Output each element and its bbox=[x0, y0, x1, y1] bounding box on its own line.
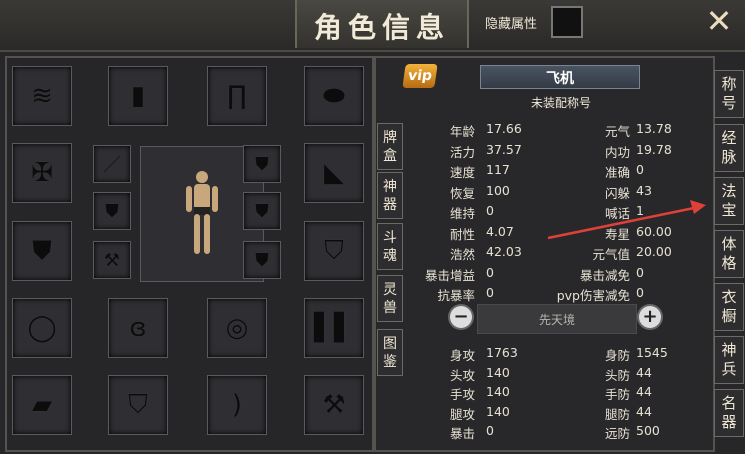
red-arrow-annotation bbox=[547, 200, 706, 240]
character-info-window: 角色信息 隐藏属性 ✕ ≋ ▮ ∏ ⬬ ✠ ／ ⛊ ⚒ ⛊ ⛊ ⛊ ◣ ⛊ ⛉ … bbox=[0, 0, 745, 454]
